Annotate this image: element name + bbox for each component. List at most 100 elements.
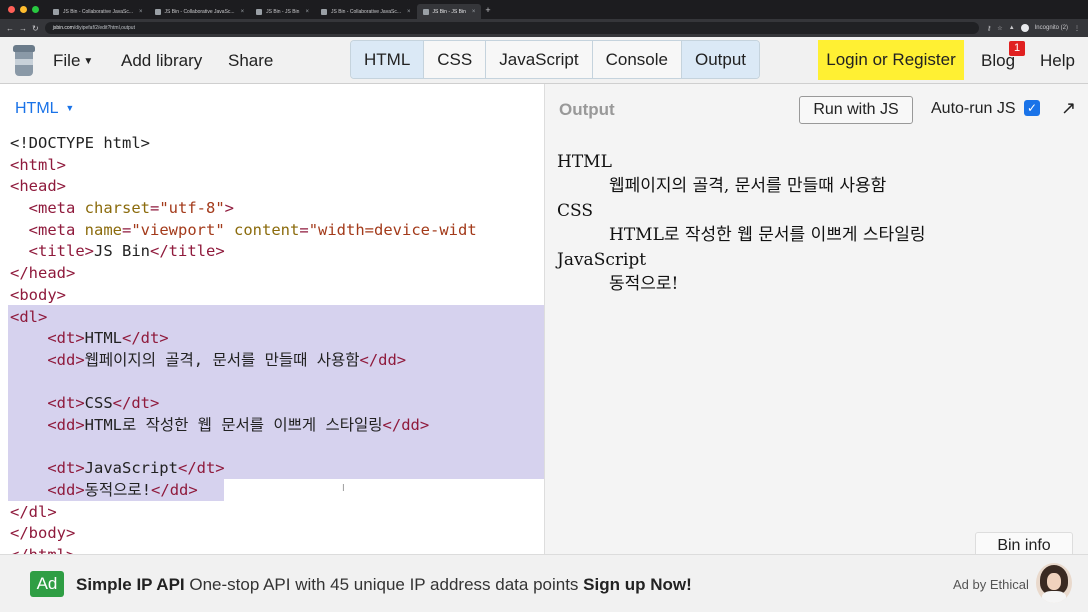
close-window-icon[interactable] <box>8 6 15 13</box>
browser-actions: ⚷ ☆ ▲ Incognito (2) ⋮ <box>979 24 1088 32</box>
ad-link[interactable]: Simple IP API One-stop API with 45 uniqu… <box>76 575 692 595</box>
tab-output[interactable]: Output <box>682 41 760 78</box>
extension-icon[interactable]: ▲ <box>1009 25 1015 31</box>
ad-by-label[interactable]: Ad by Ethical <box>953 577 1029 592</box>
code-token: JavaScript <box>84 459 178 478</box>
code-line: <meta name="viewport" content="width=dev… <box>10 220 477 242</box>
code-line: </body> <box>10 523 477 545</box>
code-token: <html> <box>10 155 66 174</box>
url-input[interactable]: jsbin.com/diyipefaf/2/edit?html,output <box>44 22 979 34</box>
tab-javascript[interactable]: JavaScript <box>486 41 593 78</box>
code-token: CSS <box>84 394 113 413</box>
help-link[interactable]: Help <box>1040 37 1075 84</box>
jsbin-logo-icon[interactable] <box>13 45 35 77</box>
code-token: </body> <box>10 524 76 543</box>
close-tab-icon[interactable]: × <box>139 9 143 15</box>
popout-arrow-icon[interactable]: ↗ <box>1061 98 1076 119</box>
minimize-window-icon[interactable] <box>20 6 27 13</box>
reload-icon[interactable]: ↻ <box>32 24 39 33</box>
tab-label: JS Bin - Collaborative JavaSc... <box>164 8 235 15</box>
code-token: <dd> <box>47 415 85 434</box>
code-token: </dd> <box>359 350 407 369</box>
menu-icon[interactable]: ⋮ <box>1074 25 1080 32</box>
browser-tab[interactable]: JS Bin - Collaborative JavaSc... × <box>47 4 149 19</box>
tab-label: JS Bin - Collaborative JavaSc... <box>63 8 134 15</box>
code-line: </dl> <box>10 502 477 524</box>
browser-tab[interactable]: JS Bin - Collaborative JavaSc... × <box>315 4 417 19</box>
login-register-button[interactable]: Login or Register <box>818 40 964 80</box>
avatar <box>1036 563 1072 603</box>
star-icon[interactable]: ☆ <box>997 25 1002 32</box>
incognito-icon[interactable] <box>1020 24 1029 32</box>
code-token: </title> <box>150 242 225 261</box>
code-token: <dd> <box>47 350 85 369</box>
code-token: </dt> <box>112 394 160 413</box>
code-token: <meta <box>28 220 85 239</box>
auto-run-label: Auto-run JS <box>931 100 1016 117</box>
back-icon[interactable]: ← <box>6 24 14 33</box>
forward-icon[interactable]: → <box>19 24 27 33</box>
code-token: HTML <box>84 329 122 348</box>
code-line: <dd>웹페이지의 골격, 문서를 만들때 사용함</dd> <box>10 350 477 372</box>
auto-run-checkbox[interactable]: ✓ <box>1024 100 1040 116</box>
code-token: <title> <box>28 242 94 261</box>
maximize-window-icon[interactable] <box>32 6 39 13</box>
add-library-button[interactable]: Add library <box>121 37 202 84</box>
code-line: <head> <box>10 176 477 198</box>
nav-buttons: ← → ↻ <box>0 24 39 33</box>
code-token: <body> <box>10 285 66 304</box>
avatar-face <box>1047 573 1061 590</box>
code-line: <dt>HTML</dt> <box>10 328 477 350</box>
html-editor-pane[interactable]: HTML ▼ <!DOCTYPE html> <html> <head> <meta… <box>0 84 544 554</box>
definition-term: CSS <box>557 201 594 221</box>
code-area[interactable]: <!DOCTYPE html> <html> <head> <meta charse… <box>10 133 477 554</box>
code-line: <body> <box>10 285 477 307</box>
tab-html[interactable]: HTML <box>351 41 425 78</box>
tab-css[interactable]: CSS <box>424 41 487 78</box>
ad-cta: Sign up Now! <box>583 575 692 594</box>
code-token: </dd> <box>151 481 198 499</box>
panel-toggles: HTML CSS JavaScript Console Output <box>350 40 761 79</box>
code-line: <dl> <box>10 307 477 329</box>
close-tab-icon[interactable]: × <box>241 9 245 15</box>
browser-tab[interactable]: JS Bin - Collaborative JavaSc... × <box>149 4 251 19</box>
caret-down-icon: ▼ <box>65 103 75 113</box>
ad-brand: Simple IP API <box>76 575 185 594</box>
close-tab-icon[interactable]: × <box>305 9 309 15</box>
favicon-icon <box>256 8 263 15</box>
definition-term: JavaScript <box>557 250 647 270</box>
bin-info-button[interactable]: Bin info <box>975 532 1073 554</box>
run-with-js-button[interactable]: Run with JS <box>799 96 913 124</box>
code-line: <meta charset="utf-8"> <box>10 198 477 220</box>
favicon-icon <box>154 8 161 15</box>
ad-bar: Ad Simple IP API One-stop API with 45 un… <box>0 554 1088 612</box>
definition-term: HTML <box>557 152 612 172</box>
file-menu-label: File <box>53 51 81 70</box>
share-button[interactable]: Share <box>228 37 273 84</box>
editor-language-label: HTML <box>15 100 58 117</box>
code-token: 웹페이지의 골격, 문서를 만들때 사용함 <box>84 350 360 369</box>
close-tab-icon[interactable]: × <box>407 9 411 15</box>
new-tab-icon[interactable]: + <box>485 5 490 15</box>
file-menu[interactable]: File ▼ <box>53 37 93 84</box>
browser-tab-active[interactable]: JS Bin - JS Bin × <box>416 4 482 19</box>
code-token: = <box>122 220 132 239</box>
tab-label: JS Bin - JS Bin <box>266 8 300 15</box>
tab-label: JS Bin - JS Bin <box>432 8 466 15</box>
code-token: <meta <box>28 199 85 218</box>
code-token: <dt> <box>47 459 85 478</box>
code-token: </dt> <box>177 459 225 478</box>
close-tab-icon[interactable]: × <box>472 9 476 15</box>
editor-language-dropdown[interactable]: HTML ▼ <box>15 100 74 118</box>
tab-console[interactable]: Console <box>592 41 682 78</box>
code-line: <dt>JavaScript</dt> <box>10 458 477 480</box>
screen: JS Bin - Collaborative JavaSc... × JS Bin… <box>0 0 1088 612</box>
browser-tab[interactable]: JS Bin - JS Bin × <box>250 4 315 19</box>
key-icon[interactable]: ⚷ <box>987 25 991 32</box>
